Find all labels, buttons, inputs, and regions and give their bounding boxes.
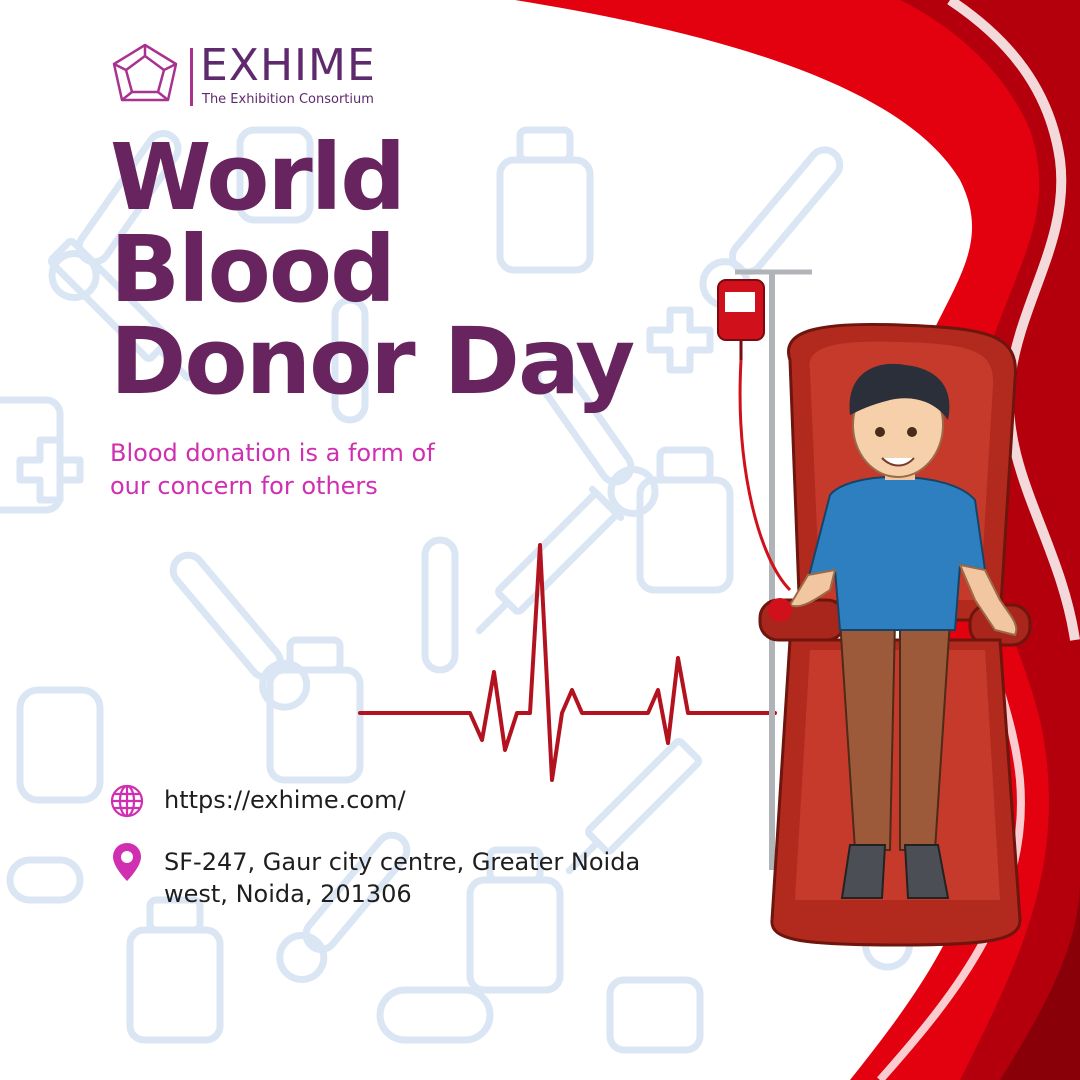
blood-donor-illustration: [717, 269, 1032, 947]
address-line-1: SF-247, Gaur city centre, Greater Noida: [164, 848, 641, 876]
address-line-2: west, Noida, 201306: [164, 880, 412, 908]
location-pin-icon: [113, 843, 141, 881]
globe-icon: [110, 784, 144, 818]
website-link[interactable]: https://exhime.com/: [164, 784, 406, 816]
address-text: SF-247, Gaur city centre, Greater Noida …: [164, 846, 640, 910]
